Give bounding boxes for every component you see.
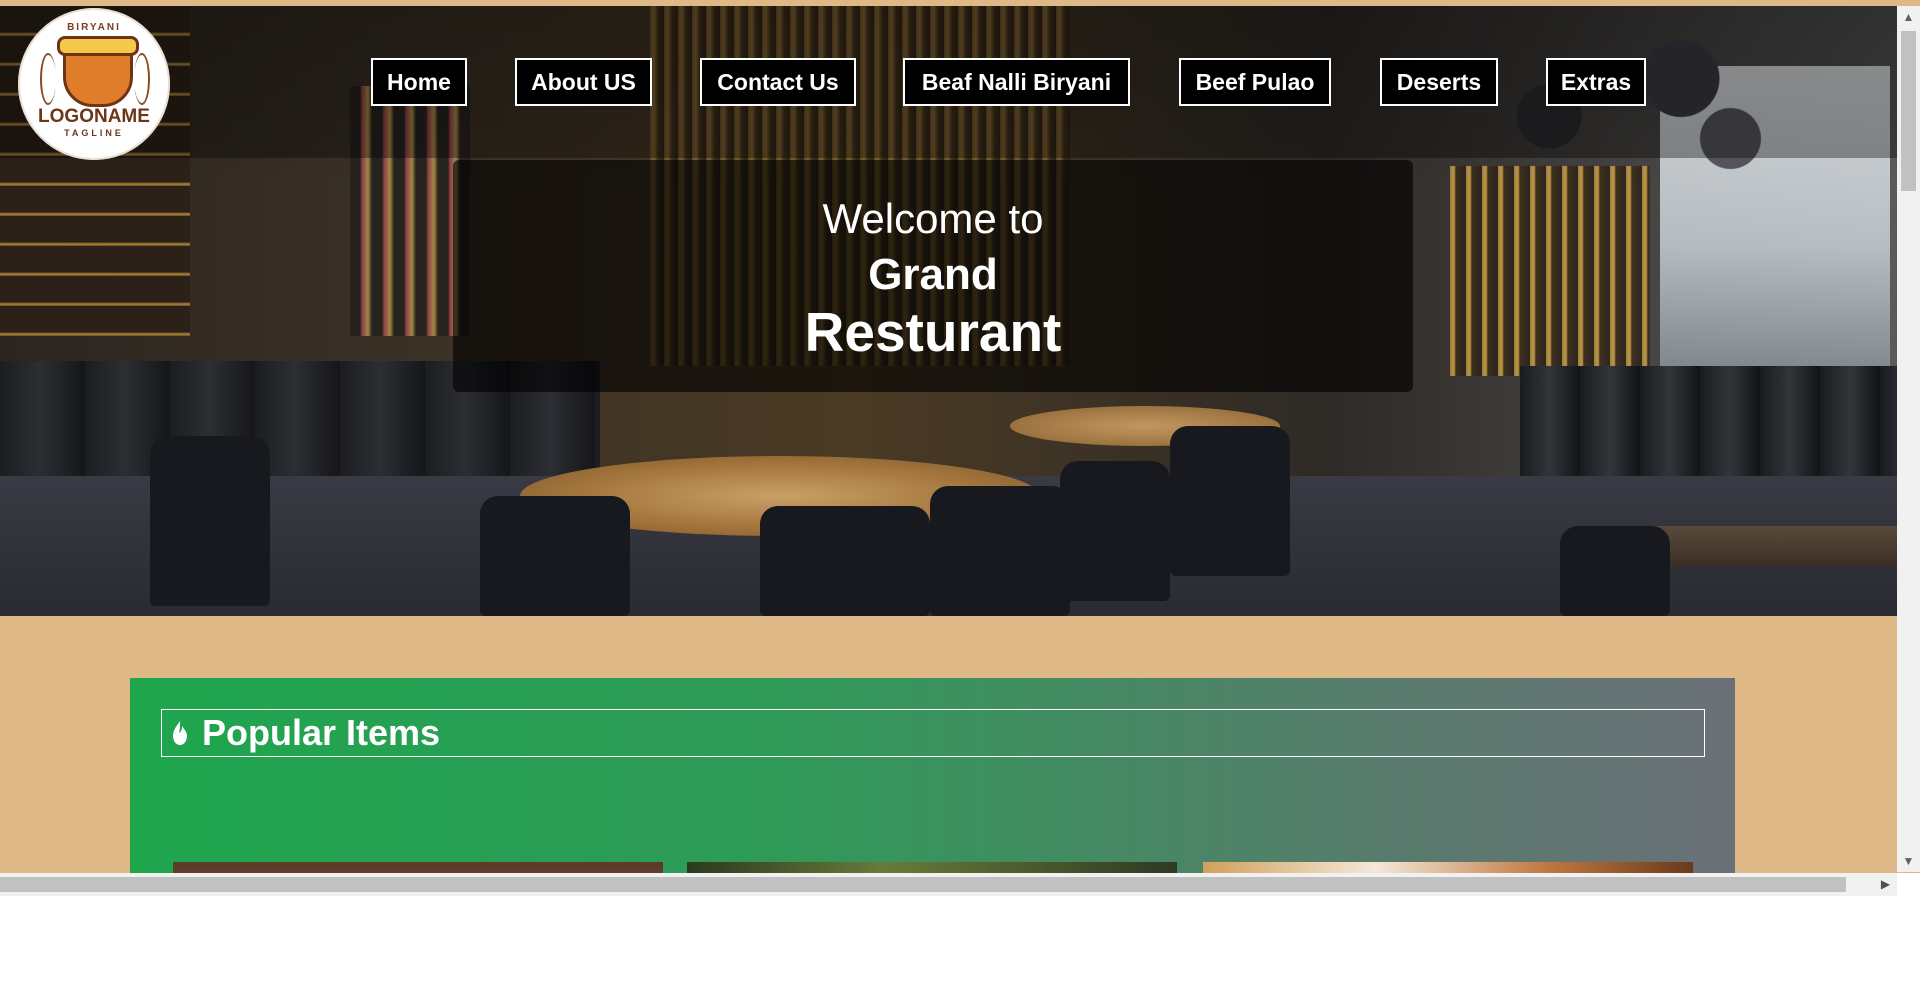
nav-deserts-button[interactable]: Deserts <box>1380 58 1498 106</box>
scroll-right-arrow-icon[interactable]: ▶ <box>1874 873 1897 896</box>
welcome-text: Welcome to <box>822 195 1044 242</box>
laurel-left-icon <box>40 53 56 105</box>
nav-about-button[interactable]: About US <box>515 58 652 106</box>
chair-image <box>760 506 930 616</box>
nav-beef-pulao-button[interactable]: Beef Pulao <box>1179 58 1331 106</box>
nav-beaf-nalli-biryani-button[interactable]: Beaf Nalli Biryani <box>903 58 1130 106</box>
scroll-up-arrow-icon[interactable]: ▲ <box>1897 6 1920 28</box>
nav-contact-button[interactable]: Contact Us <box>700 58 856 106</box>
chair-image <box>480 496 630 616</box>
scroll-down-arrow-icon[interactable]: ▼ <box>1897 850 1920 872</box>
welcome-panel: Welcome to Grand Resturant <box>453 160 1413 392</box>
chair-image <box>930 486 1070 616</box>
page-viewport: BIRYANI LOGONAME TAGLINE Home About US C… <box>0 0 1920 896</box>
nav-home-button[interactable]: Home <box>371 58 467 106</box>
flame-icon <box>170 719 190 747</box>
popular-items-title: Popular Items <box>202 712 441 753</box>
logo-tagline: TAGLINE <box>64 128 124 138</box>
horizontal-scroll-thumb[interactable] <box>0 877 1846 892</box>
laurel-right-icon <box>134 53 150 105</box>
popular-items-section: Popular Items <box>130 678 1735 896</box>
welcome-restaurant-name-line2: Resturant <box>804 301 1062 363</box>
nav-extras-button[interactable]: Extras <box>1546 58 1646 106</box>
chair-image <box>1560 526 1670 616</box>
scrollbar-corner <box>1897 873 1920 896</box>
chair-image <box>1170 426 1290 576</box>
welcome-restaurant-name-line1: Grand <box>868 250 998 299</box>
gold-slat-partition-image <box>1450 166 1650 376</box>
logo-ring-text: BIRYANI <box>67 22 121 33</box>
popular-items-header: Popular Items <box>161 709 1705 757</box>
horizontal-scrollbar[interactable]: ▶ <box>0 873 1920 896</box>
vertical-scroll-thumb[interactable] <box>1901 31 1916 191</box>
chair-image <box>1060 461 1170 601</box>
chair-image <box>150 436 270 606</box>
vertical-scrollbar[interactable]: ▲ ▼ <box>1897 6 1920 872</box>
site-logo[interactable]: BIRYANI LOGONAME TAGLINE <box>18 8 170 160</box>
logo-name: LOGONAME <box>38 106 150 127</box>
side-table-image <box>1640 526 1897 566</box>
biryani-pot-icon <box>57 36 139 107</box>
